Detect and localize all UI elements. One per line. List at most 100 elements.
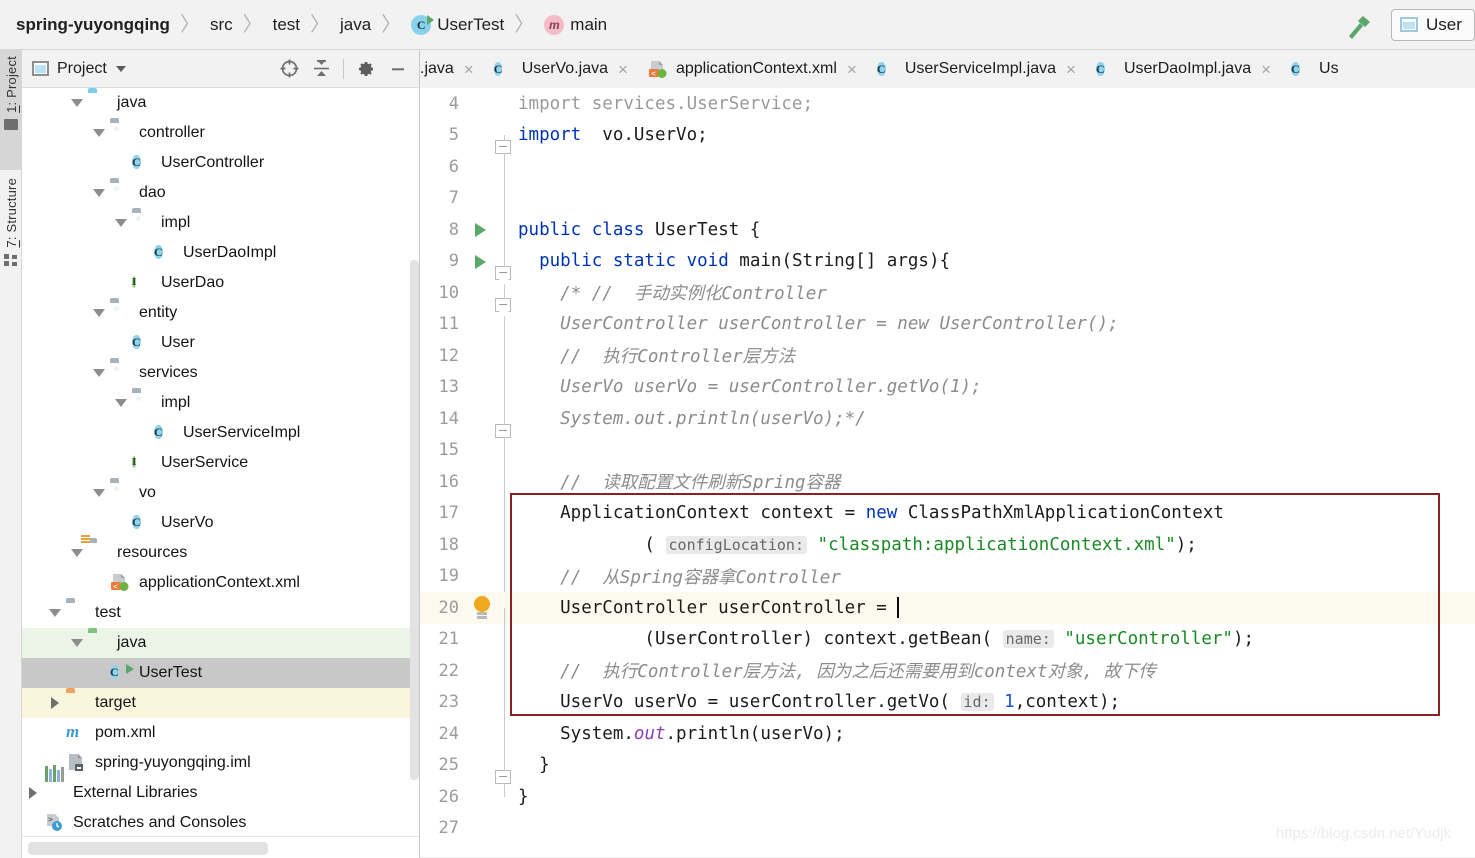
code-line[interactable]: 17 ApplicationContext context = new Clas… (420, 498, 1475, 545)
code-line[interactable]: 5 import vo.UserVo; (420, 120, 1475, 167)
sidebar-tab-structure[interactable]: 7: Structure (0, 172, 22, 322)
editor-tab-userdaoimpl-java[interactable]: C UserDaoImpl.java × (1084, 50, 1279, 88)
minimize-icon[interactable] (383, 54, 413, 84)
tree-item-scratches-and-consoles[interactable]: > Scratches and Consoles (22, 808, 419, 836)
tree-item-label: UserDao (161, 274, 225, 291)
editor-tab-uservo-java[interactable]: C UserVo.java × (482, 50, 636, 88)
chevron-down-icon[interactable] (88, 178, 110, 208)
run-gutter-icon[interactable] (468, 214, 500, 246)
tree-item-usertest[interactable]: C UserTest (22, 658, 419, 688)
editor-tab-label: UserVo.java (521, 60, 608, 77)
code-line[interactable]: 23 UserVo userVo = userController.getVo(… (420, 687, 1475, 734)
editor-tab-userserviceimpl-java[interactable]: C UserServiceImpl.java × (865, 50, 1084, 88)
code-line[interactable]: 24 System.out.println(userVo); (420, 718, 1475, 766)
breadcrumb-item-main[interactable]: main (570, 15, 607, 35)
close-icon[interactable]: × (1066, 61, 1076, 78)
gear-icon[interactable] (351, 54, 381, 84)
code-line[interactable]: 16 // 读取配置文件刷新Spring容器 (420, 466, 1475, 514)
tree-item-impl[interactable]: impl (22, 208, 419, 238)
editor-tab-applicationcontext-xml[interactable]: < applicationContext.xml × (636, 50, 865, 88)
tree-item-userserviceimpl[interactable]: C UserServiceImpl (22, 418, 419, 448)
tree-item-entity[interactable]: entity (22, 298, 419, 328)
close-icon[interactable]: × (1261, 61, 1271, 78)
code-line[interactable]: 7 (420, 183, 1475, 230)
chevron-down-icon[interactable] (88, 358, 110, 388)
code-line[interactable]: 22 // 执行Controller层方法, 因为之后还需要用到context对… (420, 655, 1475, 703)
chevron-down-icon[interactable] (88, 118, 110, 148)
line-number: 17 (438, 503, 459, 524)
collapse-all-icon[interactable] (306, 54, 336, 84)
code-line[interactable]: 14 System.out.println(userVo);*/ (420, 403, 1475, 451)
code-line[interactable]: 25 } (420, 750, 1475, 797)
tree-item-vo[interactable]: vo (22, 478, 419, 508)
chevron-down-icon[interactable] (110, 388, 132, 418)
chevron-down-icon[interactable] (110, 208, 132, 238)
code-line[interactable]: 8 public class UserTest { (420, 214, 1475, 262)
sidebar-tab-project[interactable]: 1: Project (0, 50, 22, 170)
close-icon[interactable]: × (464, 61, 474, 78)
project-tree-vertical-scrollbar[interactable] (410, 260, 419, 780)
breadcrumb-item-usertest[interactable]: UserTest (437, 15, 504, 35)
code-line[interactable]: 19 // 从Spring容器拿Controller (420, 561, 1475, 608)
chevron-down-icon[interactable] (66, 628, 88, 658)
tree-item-spring-yuyongqing-iml[interactable]: spring-yuyongqing.iml (22, 748, 419, 778)
scrollbar-thumb[interactable] (28, 842, 268, 855)
tree-item-controller[interactable]: controller (22, 118, 419, 148)
code-line[interactable]: 9 public static void main(String[] args)… (420, 246, 1475, 293)
tree-item-target[interactable]: target (22, 688, 419, 718)
breadcrumb-item-java[interactable]: java (340, 15, 371, 35)
tree-item-test[interactable]: test (22, 598, 419, 628)
tree-item-java[interactable]: java (22, 628, 419, 658)
close-icon[interactable]: × (847, 61, 857, 78)
code-line[interactable]: 11 UserController userController = new U… (420, 309, 1475, 356)
tree-item-pom-xml[interactable]: m pom.xml (22, 718, 419, 748)
tree-item-userservice[interactable]: I UserService (22, 448, 419, 478)
tree-item-userdaoimpl[interactable]: C UserDaoImpl (22, 238, 419, 268)
chevron-down-icon[interactable] (88, 298, 110, 328)
run-configuration-selector[interactable]: User (1391, 8, 1475, 41)
breadcrumb-item-src[interactable]: src (210, 15, 233, 35)
code-line[interactable]: 18 ( configLocation: "classpath:applicat… (420, 529, 1475, 577)
tree-item-services[interactable]: services (22, 358, 419, 388)
locate-icon[interactable] (274, 54, 304, 84)
tree-item-uservo[interactable]: C UserVo (22, 508, 419, 538)
chevron-right-icon[interactable] (44, 688, 66, 718)
chevron-down-icon[interactable] (66, 88, 88, 118)
code-line[interactable]: 4 import services.UserService; (420, 88, 1475, 120)
breadcrumb-item-test[interactable]: test (273, 15, 300, 35)
editor-tab-java[interactable]: .java × (420, 50, 482, 88)
code-line[interactable]: 21 (UserController) context.getBean( nam… (420, 624, 1475, 671)
close-icon[interactable]: × (618, 61, 628, 78)
tree-item-impl[interactable]: impl (22, 388, 419, 418)
chevron-down-icon[interactable] (44, 598, 66, 628)
code-line[interactable]: 13 UserVo userVo = userController.getVo(… (420, 372, 1475, 419)
project-tree[interactable]: java controller C UserController dao impl C Use… (22, 88, 419, 836)
tree-item-user[interactable]: C User (22, 328, 419, 358)
breadcrumb-item-project[interactable]: spring-yuyongqing (16, 15, 170, 35)
intention-bulb-icon[interactable] (468, 592, 500, 624)
chevron-down-icon[interactable] (115, 65, 126, 72)
tree-item-userdao[interactable]: I UserDao (22, 268, 419, 298)
editor-tab-us[interactable]: C Us (1279, 50, 1347, 88)
chevron-right-icon[interactable] (22, 778, 44, 808)
code-line[interactable]: 26} (420, 781, 1475, 813)
code-line[interactable]: 15 (420, 435, 1475, 482)
tree-item-applicationcontext-xml[interactable]: < applicationContext.xml (22, 568, 419, 598)
folder-package-icon (132, 212, 154, 234)
hammer-icon[interactable] (1341, 10, 1375, 40)
tree-item-java[interactable]: java (22, 88, 419, 118)
tree-item-external-libraries[interactable]: External Libraries (22, 765, 419, 808)
chevron-down-icon[interactable] (88, 478, 110, 508)
tree-item-dao[interactable]: dao (22, 178, 419, 208)
tree-item-usercontroller[interactable]: C UserController (22, 148, 419, 178)
project-tree-horizontal-scrollbar[interactable] (22, 836, 419, 858)
tree-item-resources[interactable]: resources (22, 538, 419, 568)
code-line[interactable]: 12 // 执行Controller层方法 (420, 340, 1475, 388)
code-line[interactable]: 6 (420, 151, 1475, 199)
code-editor[interactable]: 4 import services.UserService; 5 import vo.… (420, 88, 1475, 858)
code-line[interactable]: 20 UserController userController = (420, 592, 1475, 640)
code-line[interactable]: 10 /* // 手动实例化Controller (420, 277, 1475, 325)
